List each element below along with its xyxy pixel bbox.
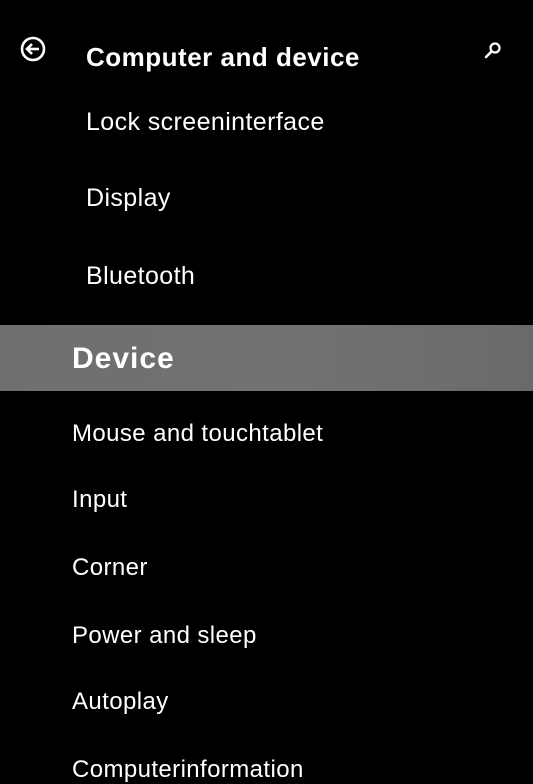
header: Computer and device bbox=[0, 32, 533, 84]
arrow-left-circle-icon bbox=[20, 36, 46, 62]
section-label: Device bbox=[72, 342, 175, 375]
menu-item-bluetooth[interactable]: Bluetooth bbox=[86, 262, 195, 291]
page-title: Computer and device bbox=[86, 42, 360, 72]
menu-item-input[interactable]: Input bbox=[72, 486, 127, 514]
menu-item-lock-screen[interactable]: Lock screeninterface bbox=[86, 108, 325, 137]
menu-item-computer-information[interactable]: Computerinformation bbox=[72, 756, 304, 784]
section-header-device[interactable]: Device bbox=[0, 325, 533, 391]
menu-item-power-and-sleep[interactable]: Power and sleep bbox=[72, 622, 257, 650]
settings-panel: Computer and device Lock screeninterface… bbox=[0, 0, 533, 784]
back-button[interactable] bbox=[20, 36, 46, 62]
search-button[interactable] bbox=[482, 40, 504, 62]
menu-item-mouse-and-touchtablet[interactable]: Mouse and touchtablet bbox=[72, 420, 323, 448]
menu-item-display[interactable]: Display bbox=[86, 184, 171, 213]
menu-item-autoplay[interactable]: Autoplay bbox=[72, 688, 169, 716]
menu-item-corner[interactable]: Corner bbox=[72, 554, 148, 582]
search-icon bbox=[484, 42, 501, 59]
